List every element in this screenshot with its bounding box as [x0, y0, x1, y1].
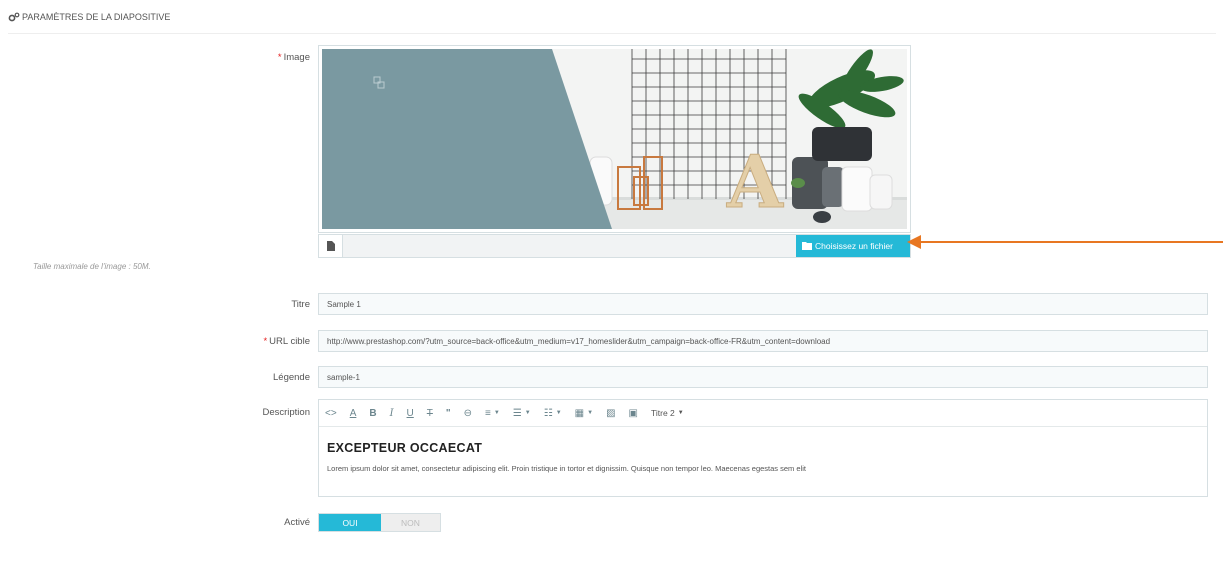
legend-input[interactable] — [318, 366, 1208, 388]
panel-heading: PARAMÈTRES DE LA DIAPOSITIVE — [8, 12, 1216, 34]
description-editor: <> A B I U T " ⊖ ≡ ▼ ☰ ▼ ☷ ▼ ▦ ▼ ▨ ▣ Titre 2… — [318, 399, 1208, 497]
panel-title: PARAMÈTRES DE LA DIAPOSITIVE — [22, 12, 171, 22]
code-view-icon[interactable]: <> — [325, 408, 337, 419]
active-label: Activé — [284, 517, 310, 528]
folder-open-icon — [802, 242, 812, 250]
file-name-display[interactable] — [343, 235, 796, 257]
editor-content[interactable]: EXCEPTEUR OCCAECAT Lorem ipsum dolor sit… — [319, 426, 1207, 473]
media-icon[interactable]: ▣ — [629, 408, 638, 419]
required-mark: * — [277, 52, 282, 63]
svg-text:A: A — [726, 139, 784, 224]
url-input[interactable] — [318, 330, 1208, 352]
active-switch[interactable]: OUI NON — [318, 513, 441, 532]
file-upload-row: Choisissez un fichier — [318, 234, 911, 258]
choose-file-button[interactable]: Choisissez un fichier — [796, 235, 910, 257]
cogs-icon — [8, 12, 20, 22]
image-icon[interactable]: ▨ — [606, 408, 615, 419]
table-icon[interactable]: ▦ ▼ — [575, 408, 593, 419]
strikethrough-icon[interactable]: T — [427, 408, 433, 419]
quote-icon[interactable]: " — [446, 408, 451, 419]
image-preview: A — [318, 45, 911, 233]
image-size-help: Taille maximale de l'image : 50M. — [33, 262, 151, 271]
bold-icon[interactable]: B — [369, 408, 376, 419]
editor-toolbar: <> A B I U T " ⊖ ≡ ▼ ☰ ▼ ☷ ▼ ▦ ▼ ▨ ▣ Titre 2… — [319, 400, 1207, 426]
required-mark: * — [263, 336, 268, 347]
numbered-list-icon[interactable]: ☷ ▼ — [544, 408, 562, 419]
slide-image: A — [322, 49, 907, 229]
italic-icon[interactable]: I — [390, 408, 394, 419]
link-icon[interactable]: ⊖ — [464, 408, 472, 419]
switch-off-option[interactable]: NON — [381, 514, 440, 531]
annotation-arrow-icon — [907, 235, 1223, 249]
file-icon — [326, 241, 335, 251]
bullet-list-icon[interactable]: ☰ ▼ — [513, 408, 531, 419]
url-label: * URL cible — [263, 336, 310, 347]
image-label: * Image — [277, 52, 310, 63]
file-type-box — [319, 235, 343, 257]
description-label: Description — [262, 407, 310, 418]
content-paragraph: Lorem ipsum dolor sit amet, consectetur … — [327, 464, 806, 473]
underline-icon[interactable]: U — [407, 408, 414, 419]
title-input[interactable] — [318, 293, 1208, 315]
title-label: Titre — [291, 299, 310, 310]
content-heading: EXCEPTEUR OCCAECAT — [327, 441, 483, 455]
align-icon[interactable]: ≡ ▼ — [485, 408, 500, 419]
text-color-icon[interactable]: A — [350, 408, 357, 419]
legend-label: Légende — [273, 372, 310, 383]
switch-on-option[interactable]: OUI — [319, 514, 381, 531]
style-dropdown[interactable]: Titre 2 ▼ — [651, 408, 684, 418]
